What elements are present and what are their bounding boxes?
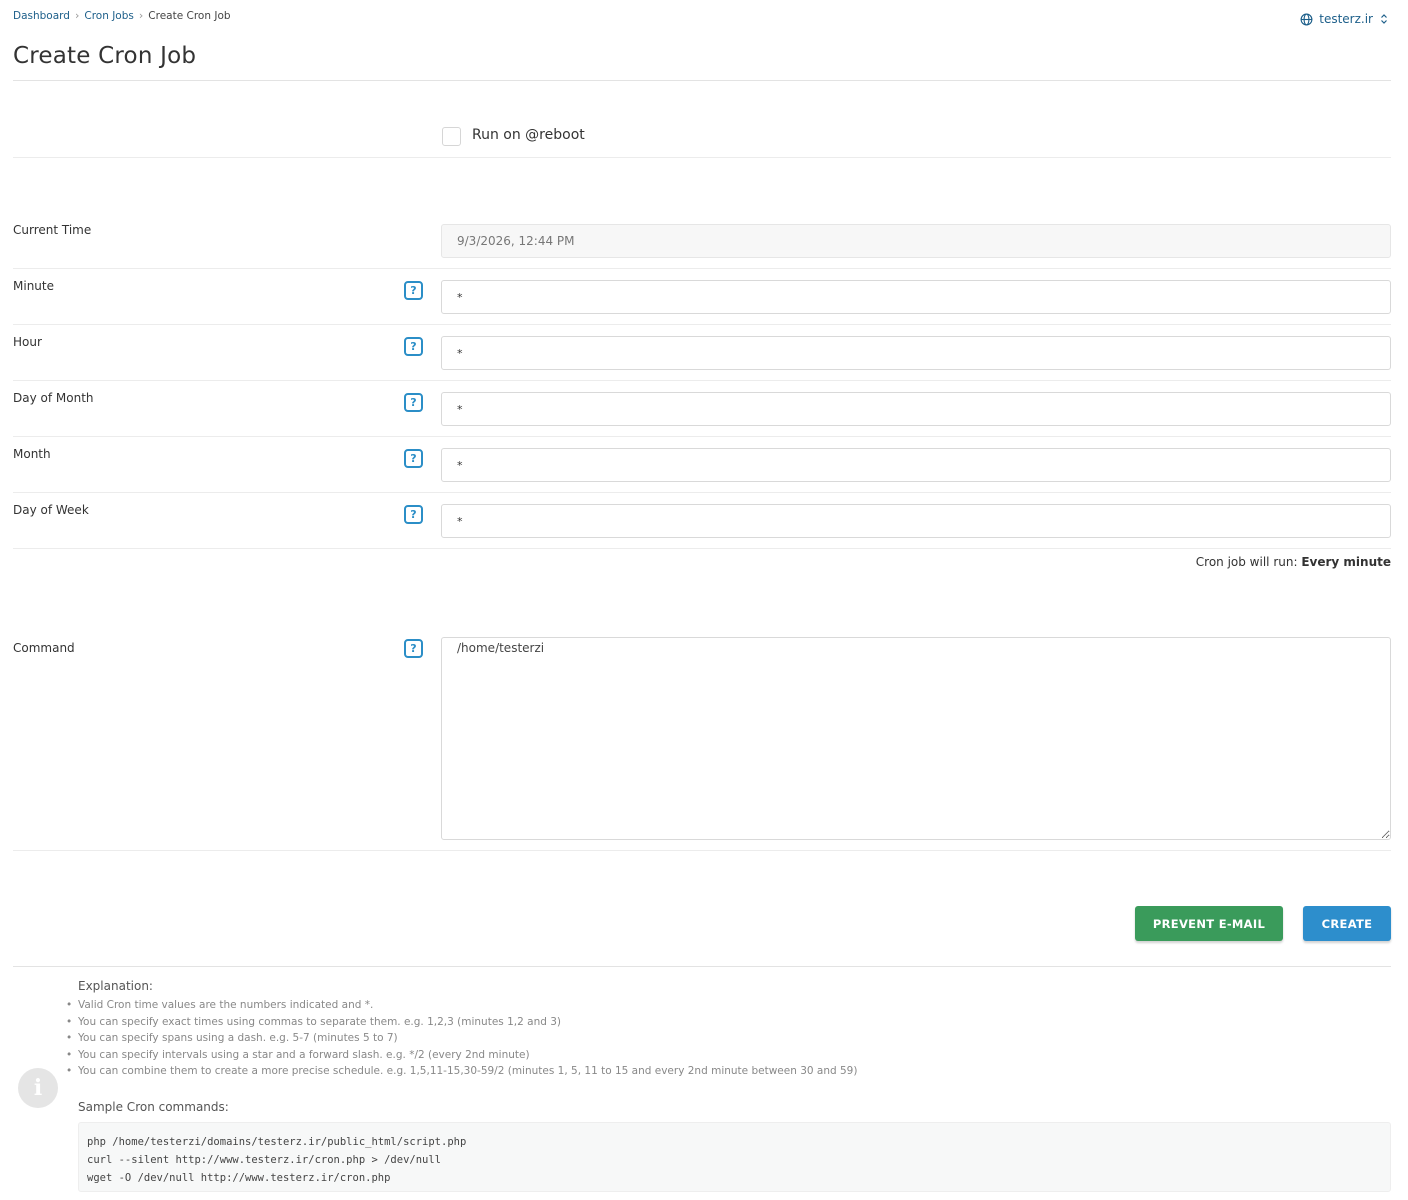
- sample-commands-title: Sample Cron commands:: [78, 1100, 229, 1114]
- schedule-summary-value: Every minute: [1301, 555, 1391, 569]
- info-icon: i: [18, 1068, 58, 1108]
- hour-row: Hour ?: [13, 325, 1391, 381]
- hour-help-icon[interactable]: ?: [404, 337, 423, 356]
- command-textarea[interactable]: /home/testerzi: [441, 637, 1391, 840]
- command-label: Command: [13, 641, 75, 655]
- explanation-item: Valid Cron time values are the numbers i…: [66, 997, 857, 1014]
- current-time-row: Current Time: [13, 213, 1391, 269]
- day-of-month-label: Day of Month: [13, 391, 94, 405]
- prevent-email-button[interactable]: PREVENT E-MAIL: [1135, 906, 1283, 941]
- current-time-label: Current Time: [13, 223, 92, 237]
- minute-help-icon[interactable]: ?: [404, 281, 423, 300]
- minute-label: Minute: [13, 279, 54, 293]
- month-input[interactable]: [441, 448, 1391, 482]
- day-of-month-input[interactable]: [441, 392, 1391, 426]
- day-of-month-row: Day of Month ?: [13, 381, 1391, 437]
- month-row: Month ?: [13, 437, 1391, 493]
- day-of-week-row: Day of Week ?: [13, 493, 1391, 549]
- breadcrumb-dashboard-link[interactable]: Dashboard: [13, 10, 70, 22]
- sample-command-line: wget -O /dev/null http://www.testerz.ir/…: [87, 1172, 391, 1184]
- reboot-row: Run on @reboot: [13, 81, 1391, 158]
- breadcrumb-cron-jobs-link[interactable]: Cron Jobs: [84, 10, 134, 22]
- sample-commands-code: php /home/testerzi/domains/testerz.ir/pu…: [78, 1122, 1391, 1192]
- chevron-up-down-icon: [1379, 13, 1389, 25]
- day-of-week-label: Day of Week: [13, 503, 89, 517]
- minute-input[interactable]: [441, 280, 1391, 314]
- explanation-item: You can combine them to create a more pr…: [66, 1063, 857, 1080]
- schedule-summary: Cron job will run: Every minute: [1196, 555, 1391, 569]
- chevron-right-icon: ›: [138, 9, 144, 22]
- hour-label: Hour: [13, 335, 42, 349]
- explanation-item: You can specify spans using a dash. e.g.…: [66, 1030, 857, 1047]
- hour-input[interactable]: [441, 336, 1391, 370]
- day-of-week-help-icon[interactable]: ?: [404, 505, 423, 524]
- reboot-checkbox[interactable]: [442, 127, 461, 146]
- breadcrumb: Dashboard › Cron Jobs › Create Cron Job: [13, 9, 231, 22]
- explanation-list: Valid Cron time values are the numbers i…: [66, 997, 857, 1080]
- schedule-summary-prefix: Cron job will run:: [1195, 555, 1298, 569]
- sample-command-line: curl --silent http://www.testerz.ir/cron…: [87, 1154, 442, 1166]
- minute-row: Minute ?: [13, 269, 1391, 325]
- explanation-title: Explanation:: [78, 979, 153, 993]
- current-time-field: [441, 224, 1391, 258]
- globe-icon: [1300, 13, 1313, 26]
- month-label: Month: [13, 447, 51, 461]
- explanation-item: You can specify intervals using a star a…: [66, 1047, 857, 1064]
- create-button[interactable]: CREATE: [1303, 906, 1391, 941]
- command-help-icon[interactable]: ?: [404, 639, 423, 658]
- sample-command-line: php /home/testerzi/domains/testerz.ir/pu…: [87, 1136, 467, 1148]
- command-row: Command ? /home/testerzi: [13, 628, 1391, 851]
- domain-selector[interactable]: testerz.ir: [1300, 12, 1389, 26]
- day-of-week-input[interactable]: [441, 504, 1391, 538]
- domain-selector-value: testerz.ir: [1319, 12, 1373, 26]
- page: Dashboard › Cron Jobs › Create Cron Job …: [13, 0, 1391, 1200]
- info-divider: [13, 966, 1391, 967]
- day-of-month-help-icon[interactable]: ?: [404, 393, 423, 412]
- reboot-label[interactable]: Run on @reboot: [472, 127, 585, 143]
- page-title: Create Cron Job: [13, 43, 197, 69]
- chevron-right-icon: ›: [74, 9, 80, 22]
- breadcrumb-current: Create Cron Job: [148, 9, 231, 22]
- month-help-icon[interactable]: ?: [404, 449, 423, 468]
- explanation-item: You can specify exact times using commas…: [66, 1014, 857, 1031]
